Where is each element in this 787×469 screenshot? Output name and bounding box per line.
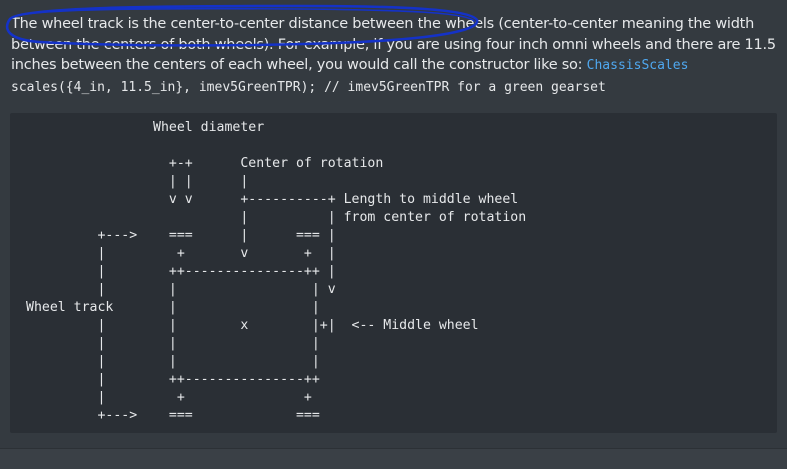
diagram-code-block: Wheel diameter +-+ Center of rotation | …	[10, 113, 777, 433]
bottom-edge	[0, 448, 787, 469]
page: The wheel track is the center-to-center …	[0, 0, 787, 469]
chassis-scales-link[interactable]: ChassisScales	[587, 58, 689, 73]
description-paragraph: The wheel track is the center-to-center …	[11, 14, 787, 98]
constructor-code: scales({4_in, 11.5_in}, imev5GreenTPR); …	[11, 79, 606, 95]
ascii-chassis-diagram: Wheel diameter +-+ Center of rotation | …	[26, 120, 527, 423]
